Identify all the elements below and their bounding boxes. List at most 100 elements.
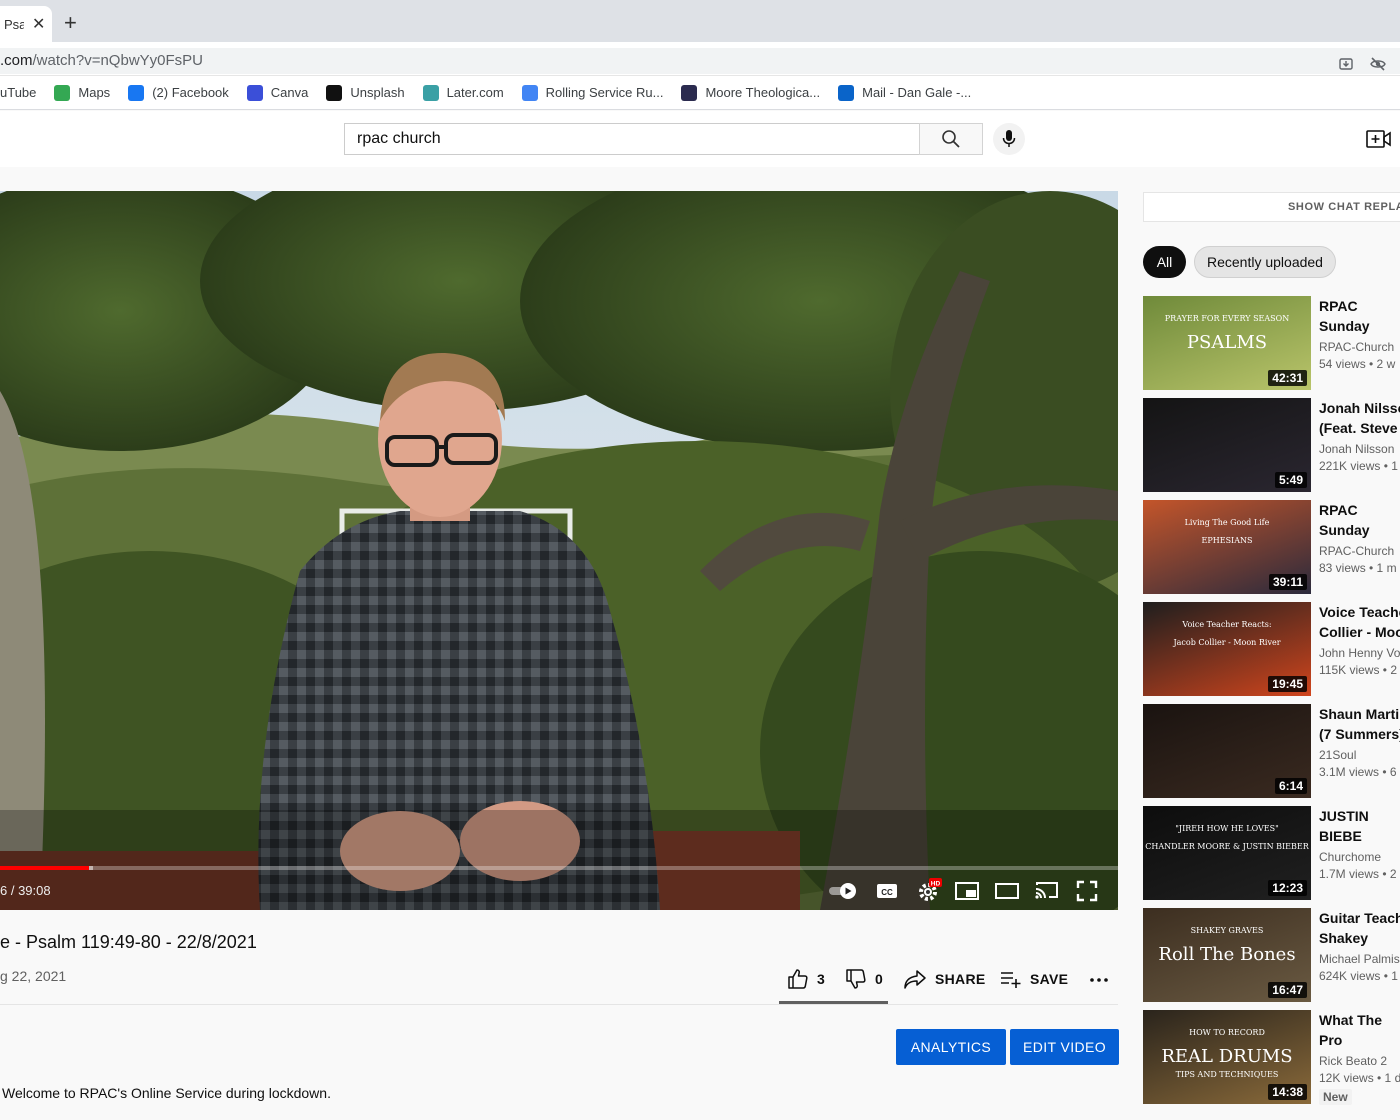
channel-name[interactable]: Michael Palmis	[1319, 952, 1400, 966]
bookmark-maps[interactable]: Maps	[54, 84, 111, 101]
search-input[interactable]	[345, 124, 919, 154]
recommendation-item[interactable]: SHAKEY GRAVES Roll The Bones 16:47 Guitar T…	[1143, 908, 1400, 1002]
bookmark-unsplash[interactable]: Unsplash	[326, 84, 405, 101]
channel-name[interactable]: Churchome	[1319, 850, 1400, 864]
url-field[interactable]: .com/watch?v=nQbwYy0FsPU	[0, 48, 1400, 74]
eye-off-icon[interactable]	[1370, 56, 1386, 72]
chip-all[interactable]: All	[1143, 246, 1186, 278]
new-badge: New	[1319, 1089, 1352, 1105]
captions-icon[interactable]: CC	[876, 881, 898, 901]
duration-badge: 14:38	[1268, 1084, 1307, 1100]
recommendation-title[interactable]: Guitar Teach Shakey Grave	[1319, 908, 1400, 948]
channel-name[interactable]: RPAC-Church	[1319, 544, 1400, 558]
settings-icon[interactable]: HD	[916, 877, 944, 903]
recommendation-item[interactable]: Voice Teacher Reacts: Jacob Collier - Moo…	[1143, 602, 1400, 696]
recommendation-thumbnail[interactable]: HOW TO RECORD REAL DRUMS TIPS AND TECHNIQU…	[1143, 1010, 1311, 1104]
bookmark-label: Mail - Dan Gale -...	[862, 85, 972, 100]
recommendation-thumbnail[interactable]: 6:14	[1143, 704, 1311, 798]
recommendation-info: Guitar Teach Shakey Grave Michael Palmis 6…	[1319, 908, 1400, 983]
close-tab-icon[interactable]: ✕	[32, 14, 45, 34]
channel-name[interactable]: Rick Beato 2	[1319, 1054, 1400, 1068]
thumbnail-text: CHANDLER MOORE & JUSTIN BIEBER	[1145, 842, 1309, 851]
bookmark-later[interactable]: Later.com	[422, 84, 504, 101]
recommendation-thumbnail[interactable]: SHAKEY GRAVES Roll The Bones 16:47	[1143, 908, 1311, 1002]
recommendation-thumbnail[interactable]: "JIREH HOW HE LOVES" CHANDLER MOORE & JUS…	[1143, 806, 1311, 900]
bookmark-moore-theological[interactable]: Moore Theologica...	[681, 84, 820, 101]
recommendation-title[interactable]: Voice Teache Collier - Moo	[1319, 602, 1400, 642]
thumbnail-text: PSALMS	[1186, 332, 1268, 353]
view-count: 115K views • 2	[1319, 663, 1398, 677]
duration-badge: 6:14	[1274, 778, 1307, 794]
recommendation-thumbnail[interactable]: 5:49	[1143, 398, 1311, 492]
bookmark-label: Maps	[78, 85, 111, 100]
recommendation-item[interactable]: 5:49 Jonah Nilsso (Feat. Steve Jonah Nilss…	[1143, 398, 1400, 492]
recommendation-title[interactable]: Jonah Nilsso (Feat. Steve	[1319, 398, 1400, 438]
upload-date: g 22, 2021	[0, 968, 67, 984]
chip-recently-uploaded[interactable]: Recently uploaded	[1194, 246, 1336, 278]
duration-badge: 5:49	[1274, 472, 1307, 488]
recommendation-title[interactable]: JUSTIN BIEBE CHANDLER M	[1319, 806, 1400, 846]
bookmark-youtube[interactable]: uTube	[0, 85, 36, 100]
recommendation-info: Shaun Martin (7 Summers) 21Soul 3.1M views…	[1319, 704, 1400, 779]
canva-icon	[246, 84, 263, 101]
autoplay-toggle[interactable]	[828, 881, 858, 901]
share-button[interactable]: SHARE	[903, 968, 986, 990]
bookmark-rolling-service[interactable]: Rolling Service Ru...	[521, 84, 664, 101]
bookmark-label: Rolling Service Ru...	[545, 85, 664, 100]
thumbnail-text: TIPS AND TECHNIQUES	[1175, 1070, 1279, 1079]
edit-video-button[interactable]: EDIT VIDEO	[1010, 1029, 1119, 1065]
view-count: 1.7M views • 2	[1319, 867, 1397, 881]
channel-name[interactable]: John Henny Vo	[1319, 646, 1400, 660]
channel-name[interactable]: RPAC-Church	[1319, 340, 1400, 354]
channel-name[interactable]: 21Soul	[1319, 748, 1400, 762]
recommendation-thumbnail[interactable]: PRAYER FOR EVERY SEASON PSALMS 42:31	[1143, 296, 1311, 390]
more-actions-icon[interactable]	[1089, 976, 1109, 984]
video-player[interactable]: 6 / 39:08 CC HD	[0, 191, 1118, 910]
create-video-icon[interactable]	[1366, 128, 1392, 150]
recommendation-item[interactable]: PRAYER FOR EVERY SEASON PSALMS 42:31 RPAC S…	[1143, 296, 1400, 390]
bookmark-canva[interactable]: Canva	[246, 84, 308, 101]
later-icon	[422, 84, 439, 101]
view-count: 54 views • 2 w	[1319, 357, 1396, 371]
search-button[interactable]	[919, 123, 983, 155]
install-icon[interactable]	[1338, 56, 1354, 72]
browser-tab-strip: Psa ✕ +	[0, 0, 1400, 42]
bookmark-label: Unsplash	[350, 85, 405, 100]
browser-tab[interactable]: Psa ✕	[0, 6, 52, 42]
save-button[interactable]: SAVE	[1000, 968, 1068, 990]
facebook-icon	[128, 84, 145, 101]
recommendation-title[interactable]: Shaun Martin (7 Summers)	[1319, 704, 1400, 744]
thumbnail-text: SHAKEY GRAVES	[1190, 926, 1264, 935]
dislike-button[interactable]: 0	[845, 968, 883, 990]
address-bar: .com/watch?v=nQbwYy0FsPU	[0, 42, 1400, 76]
channel-name[interactable]: Jonah Nilsson	[1319, 442, 1400, 456]
miniplayer-icon[interactable]	[955, 881, 979, 901]
recommendation-item[interactable]: Living The Good Life EPHESIANS 39:11 RPAC S…	[1143, 500, 1400, 594]
recommendation-title[interactable]: What The Pro Drum Record	[1319, 1010, 1400, 1050]
analytics-button[interactable]: ANALYTICS	[896, 1029, 1006, 1065]
thumbnail-text: HOW TO RECORD	[1189, 1028, 1265, 1037]
bookmark-facebook[interactable]: (2) Facebook	[128, 84, 229, 101]
recommendation-item[interactable]: "JIREH HOW HE LOVES" CHANDLER MOORE & JUS…	[1143, 806, 1400, 900]
cast-icon[interactable]	[1034, 880, 1060, 900]
progress-bar[interactable]	[0, 866, 1118, 870]
view-count: 12K views • 1 d	[1319, 1071, 1400, 1085]
thumbnail-text: Roll The Bones	[1158, 944, 1296, 965]
recommendation-title[interactable]: RPAC Sunday 119:1-16 - 8/	[1319, 296, 1400, 336]
thumbnail-text: PRAYER FOR EVERY SEASON	[1164, 314, 1290, 323]
tab-title: Psa	[4, 16, 24, 32]
like-button[interactable]: 3	[787, 968, 825, 990]
voice-search-button[interactable]	[993, 123, 1025, 155]
theater-mode-icon[interactable]	[995, 883, 1019, 899]
new-tab-icon[interactable]: +	[64, 12, 77, 34]
recommendation-thumbnail[interactable]: Voice Teacher Reacts: Jacob Collier - Moo…	[1143, 602, 1311, 696]
show-chat-replay-button[interactable]: SHOW CHAT REPLAY	[1143, 192, 1400, 222]
share-label: SHARE	[935, 971, 986, 987]
recommendation-title[interactable]: RPAC Sunday 11/07/2021	[1319, 500, 1400, 540]
fullscreen-icon[interactable]	[1076, 880, 1098, 902]
save-label: SAVE	[1030, 971, 1069, 987]
recommendation-item[interactable]: 6:14 Shaun Martin (7 Summers) 21Soul 3.1M v…	[1143, 704, 1400, 798]
recommendation-item[interactable]: HOW TO RECORD REAL DRUMS TIPS AND TECHNIQU…	[1143, 1010, 1400, 1105]
bookmark-mail[interactable]: Mail - Dan Gale -...	[838, 84, 972, 101]
recommendation-thumbnail[interactable]: Living The Good Life EPHESIANS 39:11	[1143, 500, 1311, 594]
